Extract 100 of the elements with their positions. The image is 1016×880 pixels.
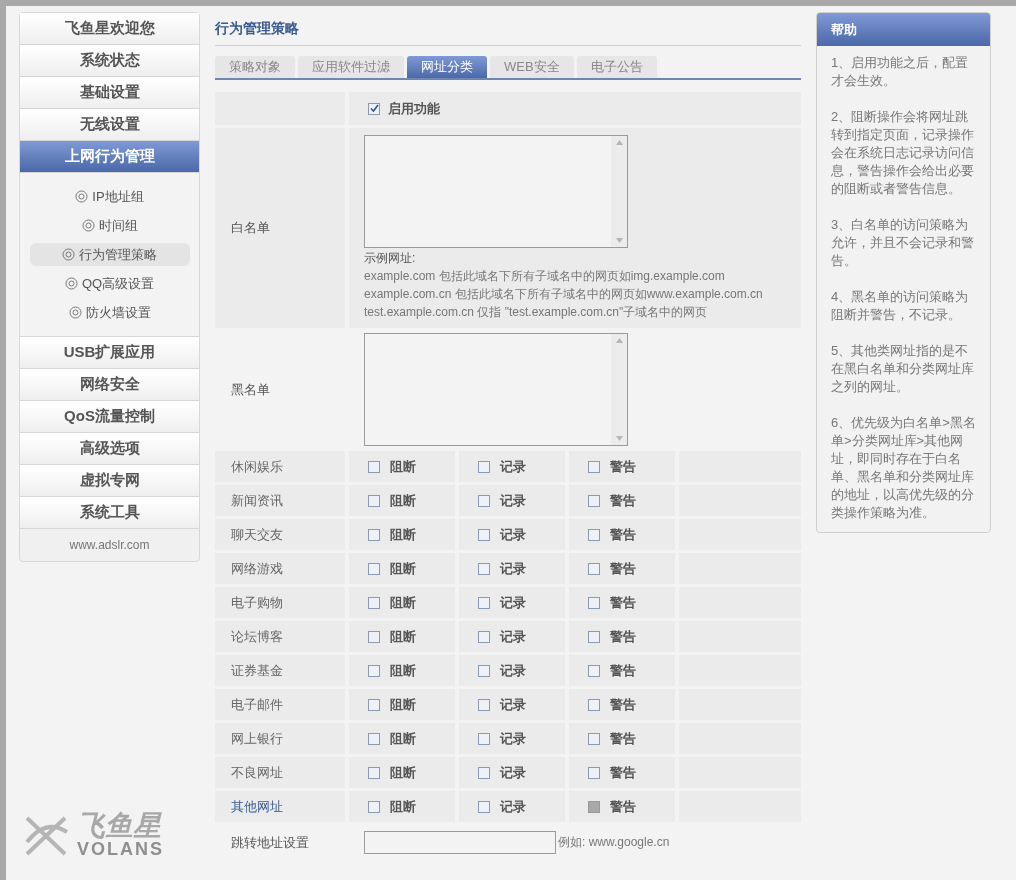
help-text: 3、白名单的访问策略为允许，并且不会记录和警告。 (831, 216, 975, 270)
checkbox[interactable] (588, 460, 600, 473)
checkbox[interactable] (588, 596, 600, 609)
help-text: 1、启用功能之后，配置才会生效。 (831, 54, 970, 90)
submenu-item[interactable]: QQ高级设置 (29, 272, 190, 295)
page-title: 行为管理策略 (215, 18, 801, 46)
field-label: 黑名单 (231, 380, 270, 399)
checkbox[interactable] (368, 766, 380, 779)
checkbox[interactable] (478, 494, 490, 507)
checkbox[interactable] (478, 596, 490, 609)
checkbox-label: 警告 (610, 627, 636, 646)
checkbox[interactable] (478, 460, 490, 473)
checkbox-label: 记录 (500, 491, 526, 510)
scroll-up-icon[interactable] (615, 140, 623, 145)
checkbox[interactable] (588, 698, 600, 711)
checkbox[interactable] (588, 562, 600, 575)
checkbox[interactable] (478, 664, 490, 677)
checkbox[interactable] (368, 102, 380, 115)
input-field[interactable] (364, 830, 556, 854)
scrollbar[interactable] (611, 334, 627, 445)
checkbox[interactable] (478, 562, 490, 575)
checkbox-label: 警告 (610, 763, 636, 782)
submenu-item[interactable]: 防火墙设置 (29, 301, 190, 324)
help-title: 帮助 (817, 13, 990, 46)
checkbox[interactable] (368, 494, 380, 507)
checkbox-label: 警告 (610, 491, 636, 510)
checkbox[interactable] (588, 494, 600, 507)
checkbox-label: 警告 (610, 661, 636, 680)
checkbox[interactable] (368, 630, 380, 643)
sidebar-item[interactable]: USB扩展应用 (20, 337, 199, 369)
target-icon (64, 277, 78, 290)
checkbox-label: 记录 (500, 457, 526, 476)
submenu-item[interactable]: IP地址组 (29, 185, 190, 208)
help-text: 4、黑名单的访问策略为阻断并警告，不记录。 (831, 288, 970, 324)
checkbox-label: 阻断 (390, 729, 416, 748)
target-icon (68, 306, 82, 319)
checkbox[interactable] (368, 664, 380, 677)
checkbox-label: 记录 (500, 729, 526, 748)
help-text: 2、阻断操作会将网址跳转到指定页面，记录操作会在系统日志记录访问信息，警告操作会给出必要的阻断或者警告信息。 (831, 108, 975, 198)
checkbox[interactable] (588, 766, 600, 779)
checkbox[interactable] (368, 698, 380, 711)
checkbox-label: 阻断 (390, 661, 416, 680)
checkbox[interactable] (588, 528, 600, 541)
checkbox[interactable] (588, 732, 600, 745)
checkbox[interactable] (478, 766, 490, 779)
sidebar-item[interactable]: 基础设置 (20, 77, 199, 109)
scroll-up-icon[interactable] (615, 338, 623, 343)
scrollbar[interactable] (611, 136, 627, 247)
tab[interactable]: 网址分类 (407, 56, 487, 78)
checkbox[interactable] (368, 800, 380, 813)
category-label: 电子购物 (231, 593, 283, 612)
checkbox[interactable] (368, 528, 380, 541)
checkbox[interactable] (588, 630, 600, 643)
sidebar-item[interactable]: 虚拟专网 (20, 465, 199, 497)
checkbox[interactable] (478, 732, 490, 745)
checkbox-label: 阻断 (390, 627, 416, 646)
checkbox-label: 记录 (500, 763, 526, 782)
sidebar-item[interactable]: 系统状态 (20, 45, 199, 77)
checkbox-label: 阻断 (390, 797, 416, 816)
target-icon (75, 190, 89, 203)
category-label: 网络游戏 (231, 559, 283, 578)
checkbox-label: 记录 (500, 661, 526, 680)
checkbox[interactable] (478, 800, 490, 813)
category-label: 不良网址 (231, 763, 283, 782)
category-label: 论坛博客 (231, 627, 283, 646)
text-area[interactable] (364, 135, 628, 248)
checkbox[interactable] (588, 664, 600, 677)
submenu-item[interactable]: 行为管理策略 (29, 243, 190, 266)
sidebar-item[interactable]: 无线设置 (20, 109, 199, 141)
checkbox[interactable] (368, 732, 380, 745)
sidebar-item[interactable]: 高级选项 (20, 433, 199, 465)
checkbox-label: 阻断 (390, 491, 416, 510)
submenu-label: QQ高级设置 (81, 274, 155, 293)
checkbox[interactable] (368, 596, 380, 609)
checkbox-label: 记录 (500, 695, 526, 714)
category-label: 其他网址 (231, 797, 283, 816)
checkbox[interactable] (478, 630, 490, 643)
checkbox-label: 阻断 (390, 525, 416, 544)
checkbox-label: 记录 (500, 593, 526, 612)
checkbox[interactable] (478, 528, 490, 541)
sidebar-item[interactable]: 飞鱼星欢迎您 (20, 13, 199, 45)
sidebar-item[interactable]: 上网行为管理 (20, 141, 199, 173)
checkbox[interactable] (478, 698, 490, 711)
target-icon (81, 219, 95, 232)
checkbox[interactable] (368, 460, 380, 473)
submenu-item[interactable]: 时间组 (29, 214, 190, 237)
hint-text: example.com.cn 包括此域名下所有子域名中的网页如www.example.com.cn (364, 286, 764, 303)
checkbox[interactable] (368, 562, 380, 575)
scroll-down-icon[interactable] (615, 436, 623, 441)
category-label: 休闲娱乐 (231, 457, 283, 476)
checkbox-label: 记录 (500, 797, 526, 816)
checkbox-label: 启用功能 (388, 99, 440, 118)
check-icon (369, 104, 379, 113)
scroll-down-icon[interactable] (615, 238, 623, 243)
field-label: 白名单 (231, 219, 270, 238)
text-area[interactable] (364, 333, 628, 446)
website-link[interactable]: www.adslr.com (20, 529, 199, 561)
sidebar-item[interactable]: 网络安全 (20, 369, 199, 401)
sidebar-item[interactable]: QoS流量控制 (20, 401, 199, 433)
sidebar-item[interactable]: 系统工具 (20, 497, 199, 529)
